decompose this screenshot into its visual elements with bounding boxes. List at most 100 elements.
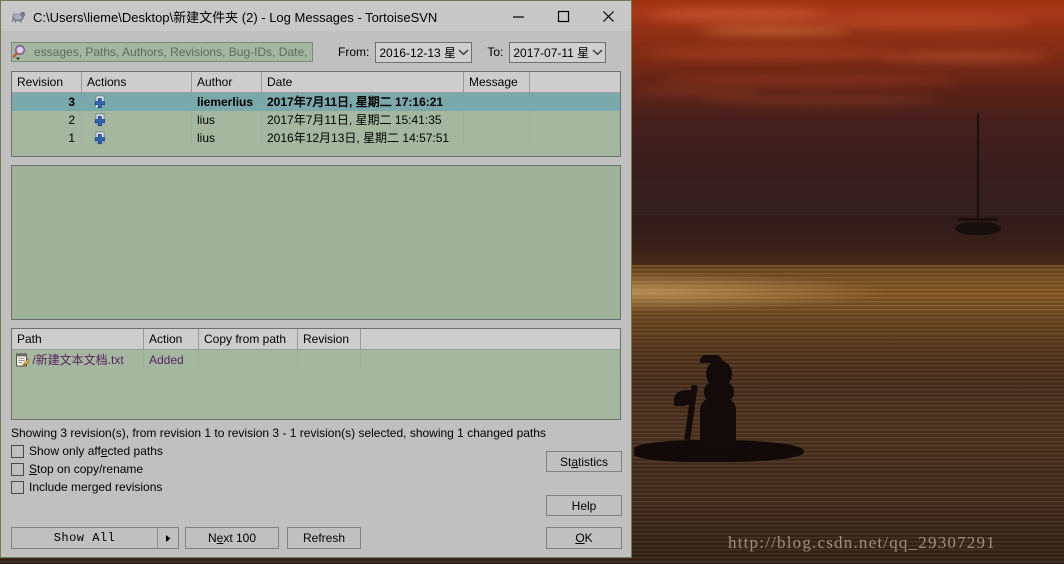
column-header-author[interactable]: Author bbox=[192, 72, 262, 92]
cloud-streak bbox=[820, 16, 1030, 28]
cell-message bbox=[464, 93, 530, 111]
cell-path-text: /新建文本文档.txt bbox=[32, 353, 124, 367]
kayaker-cap bbox=[700, 355, 722, 363]
cell-author: lius bbox=[192, 111, 262, 129]
tortoise-svn-icon bbox=[10, 8, 26, 24]
maximize-button[interactable] bbox=[541, 1, 586, 31]
option-include-merged-revisions[interactable]: Include merged revisions bbox=[11, 480, 631, 494]
statistics-label: Statistics bbox=[559, 454, 609, 469]
statistics-button[interactable]: Statistics bbox=[546, 451, 622, 472]
checkbox-show-only-affected-paths[interactable] bbox=[11, 444, 24, 458]
cloud-streak bbox=[700, 96, 940, 104]
kayaker-torso bbox=[700, 398, 736, 448]
table-row[interactable]: 1 lius 2016年12月13日, 星期二 14:57:51 bbox=[12, 129, 620, 147]
column-header-date[interactable]: Date bbox=[262, 72, 464, 92]
checkbox-stop-on-copy-rename[interactable] bbox=[11, 462, 24, 476]
column-header-revision[interactable]: Revision bbox=[12, 72, 82, 92]
changed-paths-header: Path Action Copy from path Revision bbox=[12, 329, 620, 350]
option-show-only-affected-paths[interactable]: Show only affected paths bbox=[11, 444, 631, 458]
option-label: Include merged revisions bbox=[29, 480, 163, 494]
title-bar: C:\Users\lieme\Desktop\新建文件夹 (2) - Log M… bbox=[1, 1, 631, 31]
show-all-button[interactable]: Show All bbox=[12, 528, 158, 548]
cell-path: /新建文本文档.txt bbox=[12, 350, 144, 370]
cell-actions bbox=[82, 93, 192, 111]
cell-actions bbox=[82, 129, 192, 147]
next-100-label: Next 100 bbox=[207, 531, 257, 545]
to-date-combo[interactable]: 2017-07-11 星: bbox=[509, 41, 607, 63]
column-header-blank[interactable] bbox=[530, 72, 620, 92]
status-text: Showing 3 revision(s), from revision 1 t… bbox=[11, 426, 546, 440]
table-row[interactable]: 3 liemerlius 2017年7月11日, 星期二 17:16:21 bbox=[12, 93, 620, 111]
next-100-button[interactable]: Next 100 bbox=[185, 527, 279, 549]
column-header-copy-from-path[interactable]: Copy from path bbox=[199, 329, 298, 349]
window-title: C:\Users\lieme\Desktop\新建文件夹 (2) - Log M… bbox=[33, 9, 438, 25]
cell-date: 2017年7月11日, 星期二 15:41:35 bbox=[262, 111, 464, 129]
cell-revision bbox=[298, 350, 361, 370]
cell-blank bbox=[361, 350, 620, 370]
cell-copy-from-path bbox=[199, 350, 298, 370]
watermark-url: http://blog.csdn.net/qq_29307291 bbox=[728, 533, 996, 552]
cloud-streak bbox=[632, 86, 762, 96]
cell-actions bbox=[82, 111, 192, 129]
cloud-streak bbox=[650, 8, 830, 22]
cell-message bbox=[464, 129, 530, 147]
to-label: To: bbox=[487, 45, 504, 59]
help-button[interactable]: Help bbox=[546, 495, 622, 516]
column-header-actions[interactable]: Actions bbox=[82, 72, 192, 92]
column-header-action[interactable]: Action bbox=[144, 329, 199, 349]
table-row[interactable]: 2 lius 2017年7月11日, 星期二 15:41:35 bbox=[12, 111, 620, 129]
cell-revision: 1 bbox=[12, 129, 82, 147]
cloud-streak bbox=[660, 76, 960, 85]
option-label: Show only affected paths bbox=[29, 444, 163, 458]
table-row[interactable]: /新建文本文档.txt Added bbox=[12, 350, 620, 370]
to-date-value: 2017-07-11 星: bbox=[513, 45, 590, 60]
cell-date: 2016年12月13日, 星期二 14:57:51 bbox=[262, 129, 464, 147]
column-header-path[interactable]: Path bbox=[12, 329, 144, 349]
revision-table[interactable]: Revision Actions Author Date Message 3 l… bbox=[11, 71, 621, 157]
added-icon bbox=[92, 131, 106, 145]
refresh-label: Refresh bbox=[302, 531, 346, 545]
cell-blank bbox=[530, 93, 620, 111]
search-icon[interactable] bbox=[12, 43, 34, 61]
from-label: From: bbox=[338, 45, 370, 59]
from-date-value: 2016-12-13 星: bbox=[379, 45, 456, 60]
log-messages-window: C:\Users\lieme\Desktop\新建文件夹 (2) - Log M… bbox=[0, 0, 632, 558]
text-document-icon bbox=[15, 353, 32, 368]
minimize-button[interactable] bbox=[496, 1, 541, 31]
cell-date: 2017年7月11日, 星期二 17:16:21 bbox=[262, 93, 464, 111]
cell-author: lius bbox=[192, 129, 262, 147]
cell-action: Added bbox=[144, 350, 199, 370]
cloud-streak bbox=[880, 52, 1050, 61]
chevron-down-icon[interactable] bbox=[455, 48, 471, 56]
search-input[interactable]: essages, Paths, Authors, Revisions, Bug-… bbox=[11, 42, 313, 62]
refresh-button[interactable]: Refresh bbox=[287, 527, 361, 549]
cloud-streak bbox=[700, 26, 850, 36]
cloud-streak bbox=[640, 48, 900, 59]
commit-message-pane[interactable] bbox=[11, 165, 621, 320]
cell-blank bbox=[530, 129, 620, 147]
column-header-message[interactable]: Message bbox=[464, 72, 530, 92]
checkbox-include-merged-revisions[interactable] bbox=[11, 480, 24, 494]
cell-author: liemerlius bbox=[192, 93, 262, 111]
column-header-blank[interactable] bbox=[361, 329, 620, 349]
revision-table-header: Revision Actions Author Date Message bbox=[12, 72, 620, 93]
changed-paths-table[interactable]: Path Action Copy from path Revision /新建文… bbox=[11, 328, 621, 420]
from-date-combo[interactable]: 2016-12-13 星: bbox=[375, 41, 473, 63]
cell-revision: 3 bbox=[12, 93, 82, 111]
ok-button[interactable]: OK bbox=[546, 527, 622, 549]
sailboat-mast bbox=[977, 113, 979, 218]
close-button[interactable] bbox=[586, 1, 631, 31]
help-label: Help bbox=[571, 498, 597, 513]
option-stop-on-copy-rename[interactable]: Stop on copy/rename bbox=[11, 462, 631, 476]
kayaker-shoulders bbox=[704, 383, 734, 401]
chevron-down-icon[interactable] bbox=[589, 48, 605, 56]
added-icon bbox=[92, 113, 106, 127]
column-header-revision[interactable]: Revision bbox=[298, 329, 361, 349]
cell-revision: 2 bbox=[12, 111, 82, 129]
ok-label: OK bbox=[575, 531, 593, 545]
sailboat-hull bbox=[955, 222, 1001, 235]
show-all-dropdown-arrow[interactable] bbox=[158, 528, 178, 548]
cell-message bbox=[464, 111, 530, 129]
search-placeholder-text: essages, Paths, Authors, Revisions, Bug-… bbox=[34, 45, 308, 59]
show-all-split-button[interactable]: Show All bbox=[11, 527, 179, 549]
